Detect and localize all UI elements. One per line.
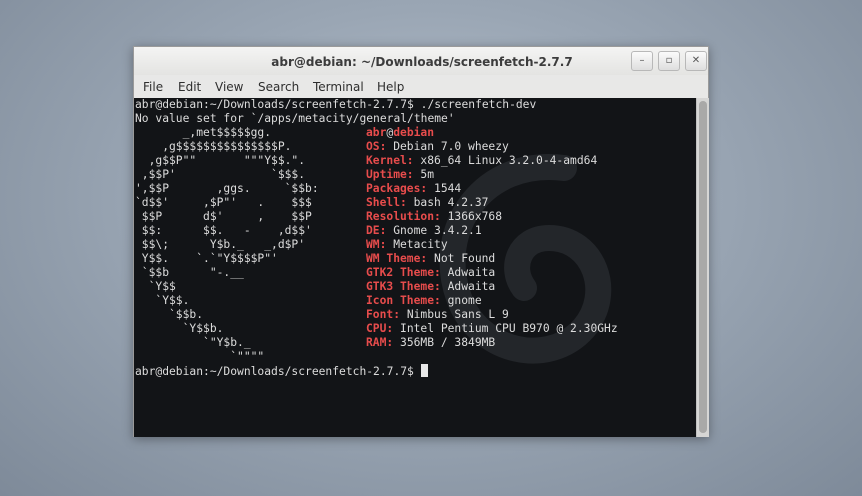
menu-edit[interactable]: Edit	[178, 80, 201, 94]
info-row: Uptime: 5m	[366, 168, 618, 182]
info-label: Resolution:	[366, 210, 441, 223]
info-label: Icon Theme:	[366, 294, 441, 307]
menu-help[interactable]: Help	[377, 80, 404, 94]
scrollbar[interactable]	[696, 98, 709, 437]
maximize-button[interactable]: ▫	[658, 51, 680, 71]
info-row: Resolution: 1366x768	[366, 210, 618, 224]
menu-view[interactable]: View	[215, 80, 243, 94]
info-value: Not Found	[427, 252, 496, 265]
user-host-line: abr@debian	[366, 126, 434, 140]
ascii-logo-line: ,g$$$$$$$$$$$$$$$P.	[135, 140, 292, 153]
info-value: 356MB / 3849MB	[393, 336, 496, 349]
info-label: WM Theme:	[366, 252, 428, 265]
debian-ascii-logo: _,met$$$$$gg. ,g$$$$$$$$$$$$$$$P. ,g$$P"…	[135, 126, 319, 364]
info-label: GTK2 Theme:	[366, 266, 441, 279]
prompt-line: abr@debian:~/Downloads/screenfetch-2.7.7…	[135, 364, 428, 379]
ascii-logo-line: Y$$. `.`"Y$$$$P"'	[135, 252, 278, 265]
info-row: WM: Metacity	[366, 238, 618, 252]
info-label: OS:	[366, 140, 387, 153]
close-button[interactable]: ✕	[685, 51, 707, 71]
ascii-logo-line: _,met$$$$$gg.	[135, 126, 272, 139]
info-row: CPU: Intel Pentium CPU B970 @ 2.30GHz	[366, 322, 618, 336]
info-value: Gnome 3.4.2.1	[386, 224, 482, 237]
user: abr	[366, 126, 387, 139]
ascii-logo-line: `Y$$	[135, 280, 176, 293]
menu-file[interactable]: File	[143, 80, 163, 94]
info-value: Metacity	[386, 238, 448, 251]
info-value: bash 4.2.37	[406, 196, 489, 209]
menu-search[interactable]: Search	[258, 80, 299, 94]
info-value: 1544	[427, 182, 462, 195]
ascii-logo-line: $$P d$' , $$P	[135, 210, 312, 223]
ascii-logo-line: `""""	[135, 350, 265, 363]
ascii-logo-line: `"Y$b._	[135, 336, 251, 349]
ascii-logo-line: ',$$P ,ggs. `$$b:	[135, 182, 319, 195]
minimize-button[interactable]: –	[631, 51, 653, 71]
ascii-logo-line: ,g$$P"" """Y$$.".	[135, 154, 306, 167]
info-label: Shell:	[366, 196, 407, 209]
ascii-logo-line: `d$$' ,$P"' . $$$	[135, 196, 312, 209]
info-row: Font: Nimbus Sans L 9	[366, 308, 618, 322]
info-label: DE:	[366, 224, 387, 237]
command-line: abr@debian:~/Downloads/screenfetch-2.7.7…	[135, 98, 537, 111]
ascii-logo-line: `Y$$.	[135, 294, 190, 307]
info-value: 5m	[413, 168, 435, 181]
info-label: GTK3 Theme:	[366, 280, 441, 293]
warning-line: No value set for `/apps/metacity/general…	[135, 112, 455, 125]
info-row: OS: Debian 7.0 wheezy	[366, 140, 618, 154]
info-row: Shell: bash 4.2.37	[366, 196, 618, 210]
scrollbar-thumb[interactable]	[699, 101, 707, 433]
info-label: WM:	[366, 238, 387, 251]
info-value: gnome	[440, 294, 482, 307]
info-value: Debian 7.0 wheezy	[386, 140, 509, 153]
info-label: Packages:	[366, 182, 428, 195]
info-row: DE: Gnome 3.4.2.1	[366, 224, 618, 238]
ascii-logo-line: $$: $$. - ,d$$'	[135, 224, 312, 237]
system-info: OS: Debian 7.0 wheezy Kernel: x86_64 Linu…	[366, 140, 618, 350]
ascii-logo-line: `Y$$b.	[135, 322, 224, 335]
ascii-logo-line: ,$$P' `$$$.	[135, 168, 306, 181]
info-row: Packages: 1544	[366, 182, 618, 196]
prompt: abr@debian:~/Downloads/screenfetch-2.7.7…	[135, 365, 421, 378]
info-label: Kernel:	[366, 154, 414, 167]
info-row: Kernel: x86_64 Linux 3.2.0-4-amd64	[366, 154, 618, 168]
info-label: Uptime:	[366, 168, 414, 181]
terminal-area[interactable]: abr@debian:~/Downloads/screenfetch-2.7.7…	[134, 98, 696, 437]
info-row: GTK2 Theme: Adwaita	[366, 266, 618, 280]
host: debian	[393, 126, 435, 139]
window-title: abr@debian: ~/Downloads/screenfetch-2.7.…	[271, 55, 573, 69]
info-row: GTK3 Theme: Adwaita	[366, 280, 618, 294]
terminal-window: abr@debian: ~/Downloads/screenfetch-2.7.…	[133, 46, 709, 437]
info-value: x86_64 Linux 3.2.0-4-amd64	[413, 154, 598, 167]
info-label: CPU:	[366, 322, 394, 335]
ascii-logo-line: `$$b "-.__	[135, 266, 244, 279]
info-value: Adwaita	[440, 266, 496, 279]
info-value: Adwaita	[440, 280, 496, 293]
ascii-logo-line: `$$b.	[135, 308, 204, 321]
ascii-logo-line: $$\; Y$b._ _,d$P'	[135, 238, 306, 251]
info-label: Font:	[366, 308, 401, 321]
info-label: RAM:	[366, 336, 394, 349]
info-row: WM Theme: Not Found	[366, 252, 618, 266]
menu-terminal[interactable]: Terminal	[313, 80, 364, 94]
info-value: Intel Pentium CPU B970 @ 2.30GHz	[393, 322, 618, 335]
info-value: Nimbus Sans L 9	[400, 308, 509, 321]
info-value: 1366x768	[440, 210, 503, 223]
title-bar[interactable]: abr@debian: ~/Downloads/screenfetch-2.7.…	[134, 47, 708, 75]
info-row: Icon Theme: gnome	[366, 294, 618, 308]
text-cursor	[420, 364, 428, 377]
menu-bar: File Edit View Search Terminal Help	[134, 75, 708, 97]
info-row: RAM: 356MB / 3849MB	[366, 336, 618, 350]
